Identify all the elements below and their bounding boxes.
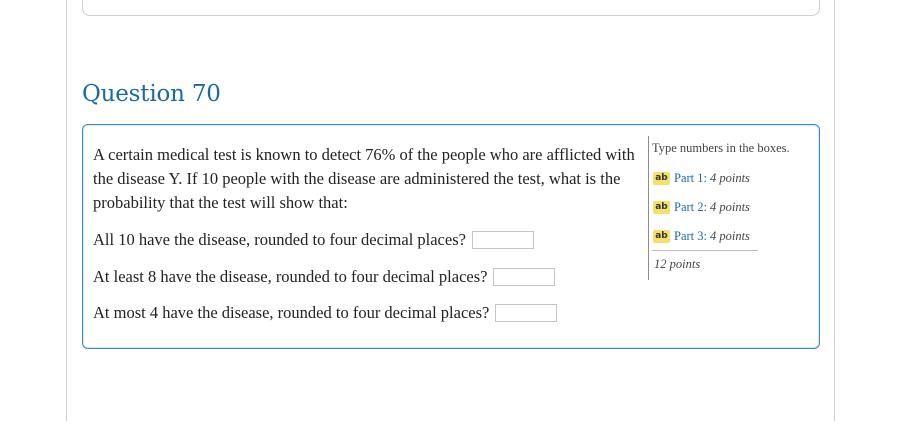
sidebar-part-3-label: Part 3: [674,228,707,243]
part-2-row: At least 8 have the disease, rounded to … [93,267,556,287]
edit-text-icon: ab [653,229,670,243]
input-hint: Type numbers in the boxes. [652,141,790,155]
part-2-answer-input[interactable] [493,268,556,286]
question-title: Question 70 [82,81,221,107]
sidebar-part-2[interactable]: ab Part 2: 4 points [653,199,750,215]
sidebar-part-1[interactable]: ab Part 1: 4 points [653,170,750,186]
sidebar-part-1-label: Part 1: [674,170,707,185]
sidebar-part-3-points: 4 points [709,228,750,243]
sidebar-divider [652,250,758,251]
part-2-prompt: At least 8 have the disease, rounded to … [93,267,488,286]
edit-text-icon: ab [653,200,670,214]
part-3-answer-input[interactable] [495,304,558,322]
part-1-answer-input[interactable] [471,231,534,249]
sidebar-part-3[interactable]: ab Part 3: 4 points [653,228,750,244]
part-3-row: At most 4 have the disease, rounded to f… [93,303,558,323]
sidebar-part-2-points: 4 points [709,199,750,214]
total-points: 12 points [654,257,701,271]
part-3-prompt: At most 4 have the disease, rounded to f… [93,303,490,322]
previous-question-card [82,0,820,16]
edit-text-icon: ab [653,171,670,185]
next-question-title-cropped: ​ [82,412,162,426]
part-1-row: All 10 have the disease, rounded to four… [93,230,534,250]
sidebar-part-2-label: Part 2: [674,199,707,214]
question-text: A certain medical test is known to detec… [93,145,635,212]
sidebar-part-1-points: 4 points [709,170,750,185]
part-1-prompt: All 10 have the disease, rounded to four… [93,230,466,249]
